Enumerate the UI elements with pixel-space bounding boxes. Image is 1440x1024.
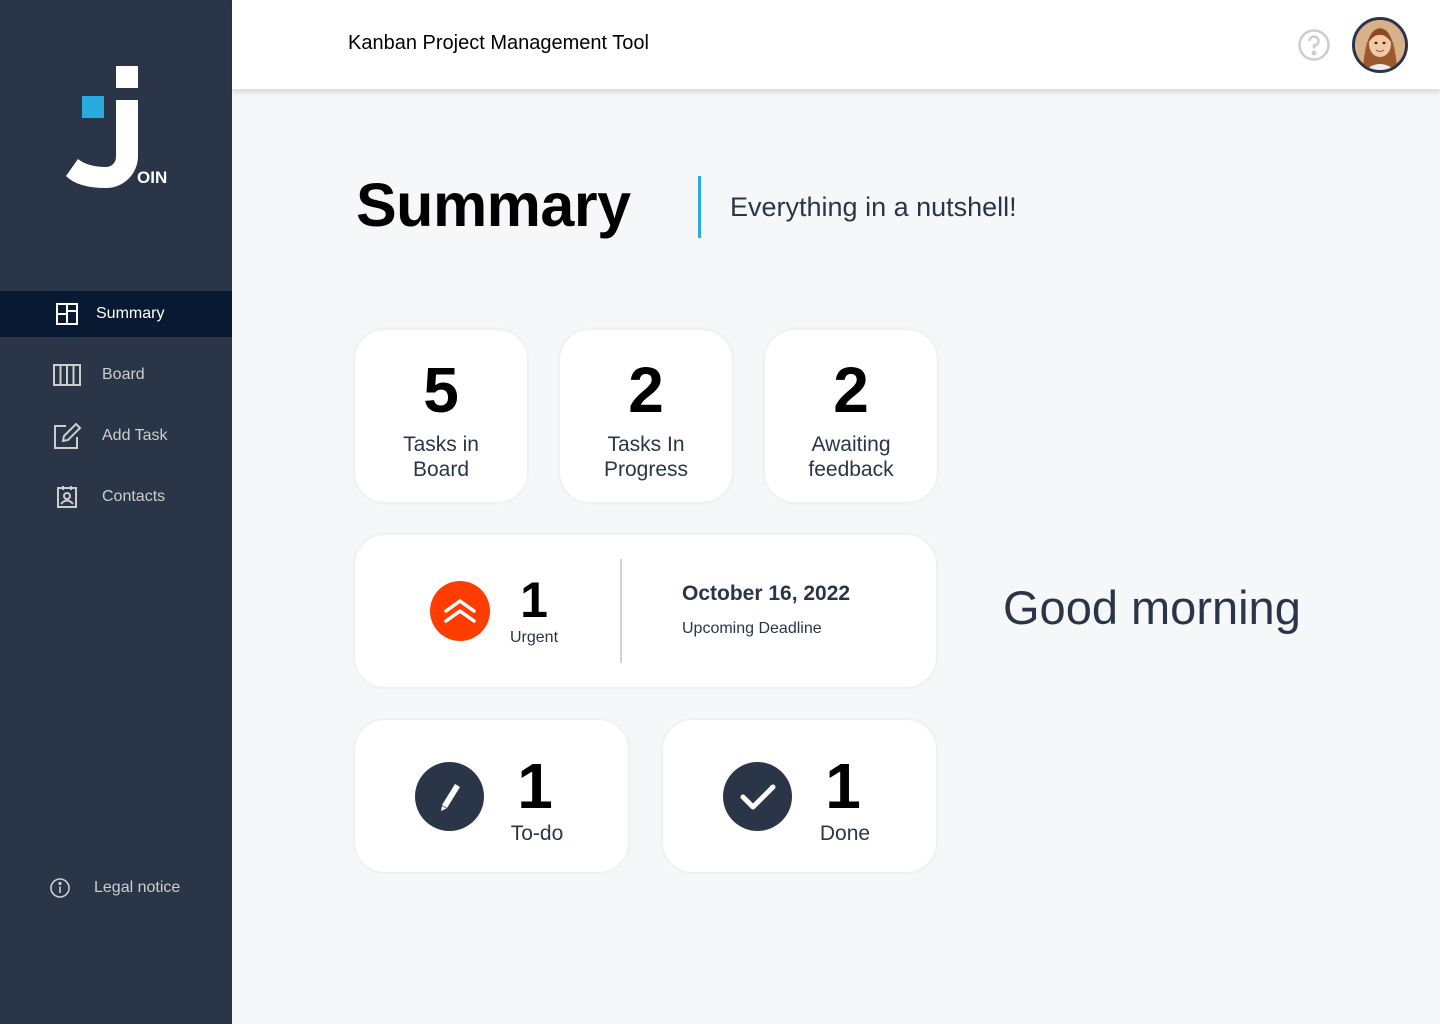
sidebar-item-label: Summary	[96, 305, 165, 322]
urgent-card[interactable]: 1 Urgent October 16, 2022 Upcoming Deadl…	[355, 535, 936, 687]
contacts-icon	[52, 482, 82, 512]
tasks-in-board-card[interactable]: 5 Tasks in Board	[355, 330, 527, 502]
urgent-count: 1	[520, 572, 548, 628]
stat-label: Tasks in Board	[403, 433, 479, 481]
top-header: Kanban Project Management Tool	[232, 0, 1440, 89]
deadline-date: October 16, 2022	[682, 582, 851, 605]
stat-value: 5	[423, 354, 459, 426]
app-title: Kanban Project Management Tool	[348, 32, 649, 54]
double-chevron-up-icon	[430, 581, 490, 641]
sidebar-item-label: Board	[102, 366, 145, 383]
done-card[interactable]: 1 Done	[663, 720, 936, 872]
greeting-text: Good morning	[1003, 581, 1301, 634]
sidebar-nav: Summary Board Add Task Contacts	[0, 291, 232, 535]
checkmark-icon	[723, 762, 792, 831]
stat-value: 2	[833, 354, 869, 426]
sidebar-item-summary[interactable]: Summary	[0, 291, 232, 337]
urgent-label: Urgent	[509, 629, 559, 646]
card-divider	[620, 559, 622, 663]
legal-notice-link[interactable]: Legal notice	[48, 876, 180, 900]
title-divider	[698, 176, 701, 238]
sidebar-item-contacts[interactable]: Contacts	[0, 474, 232, 520]
logo-text: OIN	[137, 168, 168, 187]
deadline-label: Upcoming Deadline	[682, 620, 822, 637]
todo-card[interactable]: 1 To-do	[355, 720, 628, 872]
stat-label: Awaiting feedback	[808, 433, 894, 481]
help-icon[interactable]	[1297, 28, 1331, 62]
page-subtitle: Everything in a nutshell!	[730, 192, 1017, 222]
todo-label: To-do	[510, 822, 564, 845]
sidebar-item-board[interactable]: Board	[0, 352, 232, 398]
pencil-icon	[415, 762, 484, 831]
tasks-in-progress-card[interactable]: 2 Tasks In Progress	[560, 330, 732, 502]
info-icon	[48, 876, 72, 900]
stat-value: 2	[628, 354, 664, 426]
summary-icon	[52, 299, 82, 329]
done-label: Done	[819, 822, 871, 845]
add-task-icon	[52, 421, 82, 451]
user-avatar[interactable]	[1352, 17, 1408, 73]
join-logo[interactable]: OIN	[64, 64, 174, 194]
stat-label: Tasks In Progress	[603, 433, 689, 481]
sidebar-item-add-task[interactable]: Add Task	[0, 413, 232, 459]
sidebar-item-label: Contacts	[102, 488, 166, 505]
sidebar: OIN Summary Board Add Task Contacts Lega…	[0, 0, 232, 1024]
board-icon	[52, 360, 82, 390]
todo-count: 1	[517, 750, 553, 822]
page-title: Summary	[356, 171, 631, 239]
done-count: 1	[825, 750, 861, 822]
awaiting-feedback-card[interactable]: 2 Awaiting feedback	[765, 330, 937, 502]
sidebar-item-label: Add Task	[102, 427, 168, 444]
legal-notice-label: Legal notice	[94, 879, 181, 896]
